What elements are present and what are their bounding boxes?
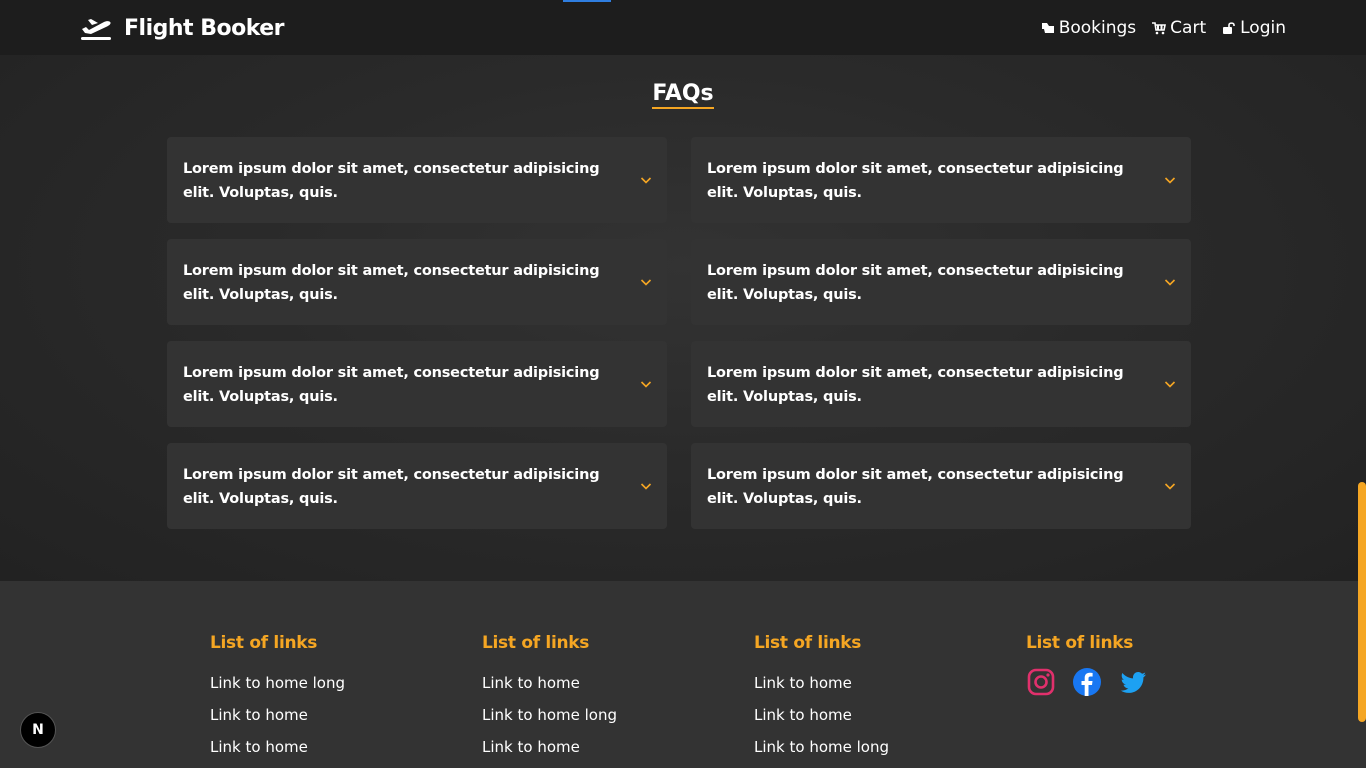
unlock-icon bbox=[1223, 22, 1235, 34]
faq-item[interactable]: Lorem ipsum dolor sit amet, consectetur … bbox=[167, 239, 667, 325]
footer-link[interactable]: Link to home bbox=[210, 699, 345, 731]
page: Flight Booker Bookings Cart Login FAQs L… bbox=[0, 0, 1366, 768]
faq-question: Lorem ipsum dolor sit amet, consectetur … bbox=[183, 161, 600, 201]
active-indicator bbox=[563, 0, 611, 2]
nav-login[interactable]: Login bbox=[1222, 18, 1286, 38]
nav-cart[interactable]: Cart bbox=[1152, 18, 1206, 38]
badge-label: N bbox=[32, 722, 44, 738]
faq-question: Lorem ipsum dolor sit amet, consectetur … bbox=[707, 365, 1124, 405]
faq-question: Lorem ipsum dolor sit amet, consectetur … bbox=[183, 467, 600, 507]
nav-login-label: Login bbox=[1240, 18, 1286, 38]
faq-item[interactable]: Lorem ipsum dolor sit amet, consectetur … bbox=[691, 443, 1191, 529]
faq-item[interactable]: Lorem ipsum dolor sit amet, consectetur … bbox=[167, 443, 667, 529]
chevron-down-icon bbox=[640, 381, 652, 388]
footer-link[interactable]: Link to home long bbox=[754, 731, 889, 763]
chevron-down-icon bbox=[1164, 483, 1176, 490]
plane-takeoff-icon bbox=[81, 19, 111, 40]
faq-section: FAQs Lorem ipsum dolor sit amet, consect… bbox=[0, 55, 1366, 581]
footer-column: List of links Link to home Link to home … bbox=[482, 633, 617, 763]
chevron-down-icon bbox=[1164, 177, 1176, 184]
chevron-down-icon bbox=[1164, 279, 1176, 286]
faq-item[interactable]: Lorem ipsum dolor sit amet, consectetur … bbox=[167, 137, 667, 223]
footer-link[interactable]: Link to home long bbox=[482, 699, 617, 731]
faq-question: Lorem ipsum dolor sit amet, consectetur … bbox=[707, 161, 1124, 201]
footer-link[interactable]: Link to home bbox=[482, 731, 617, 763]
instagram-icon[interactable] bbox=[1026, 667, 1056, 697]
nav-bookings[interactable]: Bookings bbox=[1041, 18, 1136, 38]
faq-question: Lorem ipsum dolor sit amet, consectetur … bbox=[183, 263, 600, 303]
twitter-icon[interactable] bbox=[1118, 667, 1148, 697]
faq-item[interactable]: Lorem ipsum dolor sit amet, consectetur … bbox=[691, 239, 1191, 325]
faq-question: Lorem ipsum dolor sit amet, consectetur … bbox=[183, 365, 600, 405]
footer-link[interactable]: Link to home bbox=[754, 667, 889, 699]
nav-cart-label: Cart bbox=[1170, 18, 1207, 38]
faq-item[interactable]: Lorem ipsum dolor sit amet, consectetur … bbox=[691, 137, 1191, 223]
faq-question: Lorem ipsum dolor sit amet, consectetur … bbox=[707, 263, 1124, 303]
faq-grid: Lorem ipsum dolor sit amet, consectetur … bbox=[167, 137, 1191, 529]
chevron-down-icon bbox=[640, 483, 652, 490]
faq-item[interactable]: Lorem ipsum dolor sit amet, consectetur … bbox=[167, 341, 667, 427]
facebook-icon[interactable] bbox=[1072, 667, 1102, 697]
footer-column: List of links Link to home Link to home … bbox=[754, 633, 889, 763]
footer-column-social: List of links bbox=[1026, 633, 1148, 697]
cart-icon bbox=[1152, 22, 1167, 35]
site-footer: List of links Link to home long Link to … bbox=[0, 581, 1366, 768]
main-nav: Bookings Cart Login bbox=[1041, 16, 1286, 40]
footer-link[interactable]: Link to home bbox=[754, 699, 889, 731]
footer-link[interactable]: Link to home bbox=[210, 731, 345, 763]
footer-link[interactable]: Link to home long bbox=[210, 667, 345, 699]
chevron-down-icon bbox=[640, 279, 652, 286]
faq-item[interactable]: Lorem ipsum dolor sit amet, consectetur … bbox=[691, 341, 1191, 427]
faq-heading: FAQs bbox=[0, 81, 1366, 109]
footer-column: List of links Link to home long Link to … bbox=[210, 633, 345, 763]
chevron-down-icon bbox=[640, 177, 652, 184]
footer-column-heading: List of links bbox=[210, 633, 318, 653]
footer-column-heading: List of links bbox=[1026, 633, 1134, 653]
nextjs-dev-badge[interactable]: N bbox=[20, 712, 56, 748]
scrollbar-thumb[interactable] bbox=[1358, 482, 1366, 722]
faq-heading-text: FAQs bbox=[652, 81, 714, 109]
nav-bookings-label: Bookings bbox=[1058, 18, 1137, 38]
bookings-icon bbox=[1041, 23, 1054, 33]
footer-link[interactable]: Link to home bbox=[482, 667, 617, 699]
brand-link[interactable]: Flight Booker bbox=[80, 14, 285, 42]
brand-name: Flight Booker bbox=[124, 15, 285, 41]
chevron-down-icon bbox=[1164, 381, 1176, 388]
top-navbar: Flight Booker Bookings Cart Login bbox=[0, 0, 1366, 55]
footer-column-heading: List of links bbox=[754, 633, 862, 653]
social-links bbox=[1026, 667, 1148, 697]
faq-question: Lorem ipsum dolor sit amet, consectetur … bbox=[707, 467, 1124, 507]
footer-column-heading: List of links bbox=[482, 633, 590, 653]
